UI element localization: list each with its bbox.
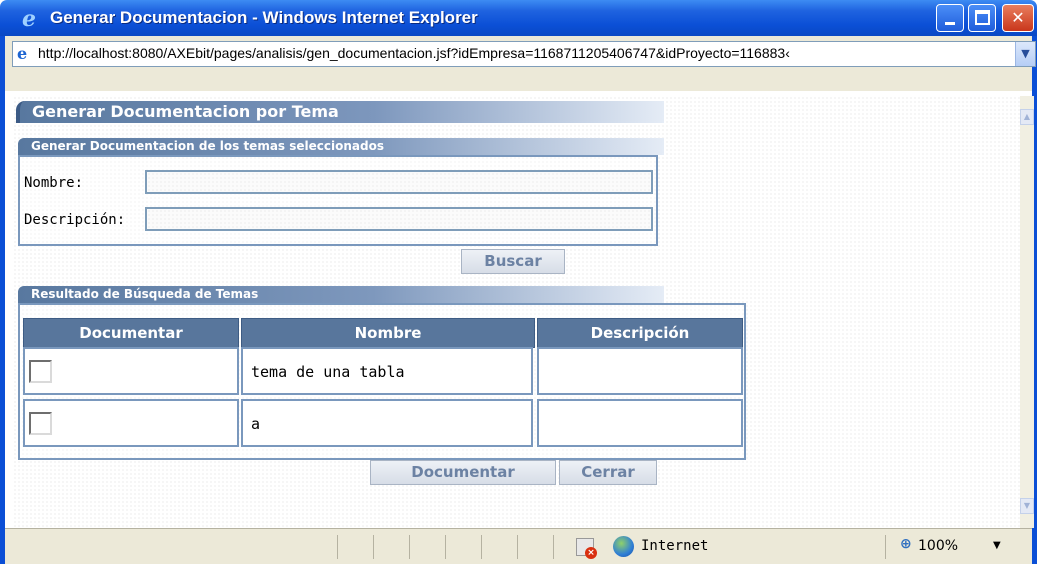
descripcion-label: Descripción: (24, 212, 126, 228)
column-header-descripcion[interactable]: Descripción (537, 318, 743, 348)
status-separator (445, 535, 446, 559)
ie-page-icon: e (17, 44, 28, 63)
address-url[interactable]: http://localhost:8080/AXEbit/pages/anali… (38, 45, 1003, 61)
maximize-button[interactable] (968, 4, 996, 32)
zoom-level[interactable]: 100% (918, 538, 958, 554)
close-icon: ✕ (1011, 8, 1025, 27)
address-dropdown-button[interactable]: ▼ (1015, 42, 1035, 66)
column-header-nombre[interactable]: Nombre (241, 318, 535, 348)
address-bar: e http://localhost:8080/AXEbit/pages/ana… (5, 36, 1036, 91)
status-separator (373, 535, 374, 559)
page-title: Generar Documentacion por Tema (32, 102, 339, 121)
globe-icon (613, 536, 634, 557)
chevron-down-icon: ▼ (1021, 47, 1030, 60)
status-separator (517, 535, 518, 559)
internet-explorer-icon: e (22, 6, 36, 32)
maximize-icon (975, 10, 990, 25)
results-table: Documentar Nombre Descripción tema de un… (18, 303, 746, 460)
status-separator (337, 535, 338, 559)
zoom-icon[interactable]: ⊕ (900, 536, 912, 552)
results-section-header: Resultado de Búsqueda de Temas (18, 286, 664, 303)
search-section-header: Generar Documentacion de los temas selec… (18, 138, 664, 155)
vertical-scrollbar[interactable]: ▲ ▼ (1020, 96, 1034, 528)
descripcion-input[interactable] (145, 207, 653, 231)
window-frame-left (0, 36, 5, 564)
status-separator (481, 535, 482, 559)
documentar-button[interactable]: Documentar (370, 460, 556, 485)
row-1-descripcion-cell (537, 347, 743, 395)
row-1-documentar-checkbox[interactable] (29, 360, 52, 383)
page-title-bar: Generar Documentacion por Tema (16, 101, 664, 123)
scroll-up-arrow-icon[interactable]: ▲ (1020, 109, 1034, 125)
buscar-button[interactable]: Buscar (461, 249, 565, 274)
security-zone-label[interactable]: Internet (641, 538, 708, 554)
row-1-nombre: tema de una tabla (251, 363, 405, 381)
column-header-documentar[interactable]: Documentar (23, 318, 239, 348)
status-separator (409, 535, 410, 559)
status-separator (885, 535, 886, 559)
row-1-nombre-cell: tema de una tabla (241, 347, 533, 395)
cerrar-button[interactable]: Cerrar (559, 460, 657, 485)
nombre-input[interactable] (145, 170, 653, 194)
minimize-button[interactable] (936, 4, 964, 32)
row-2-descripcion-cell (537, 399, 743, 447)
status-separator (553, 535, 554, 559)
search-form: Nombre: Descripción: (18, 155, 658, 246)
address-field[interactable]: e http://localhost:8080/AXEbit/pages/ana… (12, 41, 1036, 67)
row-2-nombre: a (251, 415, 261, 433)
window-titlebar: e Generar Documentacion - Windows Intern… (0, 0, 1037, 36)
status-bar (5, 528, 1032, 564)
popup-blocked-icon[interactable]: × (576, 538, 597, 559)
row-2-documentar-checkbox[interactable] (29, 412, 52, 435)
row-2-documentar-cell (23, 399, 239, 447)
close-button[interactable]: ✕ (1002, 4, 1034, 32)
search-section-title: Generar Documentacion de los temas selec… (31, 139, 384, 153)
zoom-dropdown-icon[interactable]: ▼ (993, 540, 1001, 551)
row-1-documentar-cell (23, 347, 239, 395)
results-section-title: Resultado de Búsqueda de Temas (31, 287, 259, 301)
minimize-icon (945, 22, 955, 25)
row-2-nombre-cell: a (241, 399, 533, 447)
window-title: Generar Documentacion - Windows Internet… (50, 8, 478, 27)
nombre-label: Nombre: (24, 175, 84, 191)
scroll-down-arrow-icon[interactable]: ▼ (1020, 498, 1034, 514)
